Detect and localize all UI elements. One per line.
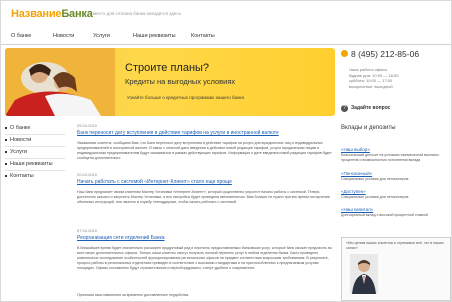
topnav-about[interactable]: О банке bbox=[11, 33, 31, 39]
slogan: место для слогана банка находится здесь bbox=[93, 11, 181, 16]
news-body: В ближайшее время будет значительно расш… bbox=[77, 246, 332, 270]
deposit-link[interactable]: «Наш выбор» bbox=[341, 147, 370, 152]
logo-part-2: Банка bbox=[61, 8, 93, 20]
office-hours: Часы работы офиса: будние дни: 10:00 — 1… bbox=[349, 67, 398, 89]
deposits-heading: Вклады и депозиты bbox=[341, 125, 396, 131]
bullet-icon bbox=[5, 174, 7, 177]
bullet-icon bbox=[5, 162, 7, 165]
divider bbox=[5, 146, 65, 147]
news-title-link[interactable]: Банк переносит дату вступления в действи… bbox=[77, 130, 279, 136]
sidenav-contacts[interactable]: Контакты bbox=[5, 173, 34, 179]
deposit-link[interactable]: «Наш капитал» bbox=[341, 207, 373, 212]
news-title-link[interactable]: Реорганизация сети отделений Банка bbox=[77, 235, 165, 241]
ask-question-link[interactable]: ? Задайте вопрос bbox=[341, 104, 445, 114]
director-quote: «Мы ценим наших клиентов и стремимся всё… bbox=[341, 237, 451, 301]
phone-number: 8 (495) 212-85-06 bbox=[351, 49, 420, 59]
deposit-desc: Классический депозит на условиях ежемеся… bbox=[341, 153, 439, 162]
bank-logo[interactable]: НазваниеБанка bbox=[11, 8, 93, 20]
sidenav-about[interactable]: О банке bbox=[5, 125, 30, 131]
divider bbox=[5, 134, 65, 135]
sidenav-requisites[interactable]: Наши реквизиты bbox=[5, 161, 53, 167]
banner-caption: Узнайте больше о кредитных программах на… bbox=[127, 95, 245, 100]
deposit-desc: Долгосрочный вклад с высокой процентной … bbox=[341, 213, 428, 217]
question-icon: ? bbox=[341, 105, 348, 112]
top-nav: О банке Новости Услуги Наши реквизиты Ко… bbox=[1, 30, 451, 45]
sidenav-label: Наши реквизиты bbox=[10, 161, 53, 167]
ask-question-label: Задайте вопрос bbox=[351, 105, 391, 111]
bullet-icon bbox=[5, 126, 7, 129]
divider bbox=[5, 158, 65, 159]
sidenav-label: Новости bbox=[10, 137, 32, 143]
logo-part-1: Название bbox=[11, 8, 62, 20]
sidenav-services[interactable]: Услуги bbox=[5, 149, 27, 155]
divider bbox=[5, 170, 65, 171]
header: НазваниеБанка место для слогана банка на… bbox=[1, 1, 451, 29]
phone-icon bbox=[341, 50, 348, 57]
deposit-link[interactable]: «Пенсионный» bbox=[341, 171, 372, 176]
banner-headline: Строите планы? bbox=[125, 62, 210, 74]
news-body: Уважаемые клиенты, сообщаем Вам, что Бан… bbox=[77, 141, 332, 160]
quote-text: «Мы ценим наших клиентов и стремимся всё… bbox=[346, 241, 444, 250]
deposit-desc: Специальные условия для пенсионеров bbox=[341, 177, 409, 181]
news-date: 29.04.2010 bbox=[77, 123, 98, 128]
news-date: 20.04.2010 bbox=[77, 172, 98, 177]
director-photo bbox=[350, 254, 378, 294]
news-title-link[interactable]: Начать работать с системой «Интернет-Кли… bbox=[77, 179, 232, 185]
page: НазваниеБанка место для слогана банка на… bbox=[0, 0, 452, 302]
news-body: Наш банк предлагает своим клиентам Масте… bbox=[77, 190, 330, 204]
couple-photo bbox=[5, 48, 115, 116]
sidenav-news[interactable]: Новости bbox=[5, 137, 31, 143]
promo-banner[interactable]: Строите планы? Кредиты на выгодных услов… bbox=[5, 48, 335, 116]
topnav-contacts[interactable]: Контакты bbox=[191, 33, 215, 39]
sidenav-label: О банке bbox=[10, 125, 31, 131]
topnav-services[interactable]: Услуги bbox=[93, 33, 110, 39]
banner-subheadline: Кредиты на выгодных условиях bbox=[125, 77, 236, 86]
topnav-news[interactable]: Новости bbox=[53, 33, 74, 39]
sidenav-label: Контакты bbox=[10, 173, 34, 179]
sidenav-label: Услуги bbox=[10, 149, 27, 155]
hours-line-4: воскресенье: выходной bbox=[349, 83, 393, 89]
hours-line-3: суббота: 10:00 — 17:00 bbox=[349, 78, 393, 83]
bullet-icon bbox=[5, 150, 7, 153]
news-body-tail: Приносим свои извинения за временно дост… bbox=[77, 293, 190, 297]
news-date: 07.04.2010 bbox=[77, 228, 98, 233]
deposit-link[interactable]: «Доступен» bbox=[341, 189, 366, 194]
deposit-desc: Специальные условия для пенсионеров bbox=[341, 195, 409, 199]
bullet-icon bbox=[5, 138, 7, 141]
topnav-requisites[interactable]: Наши реквизиты bbox=[133, 33, 176, 39]
